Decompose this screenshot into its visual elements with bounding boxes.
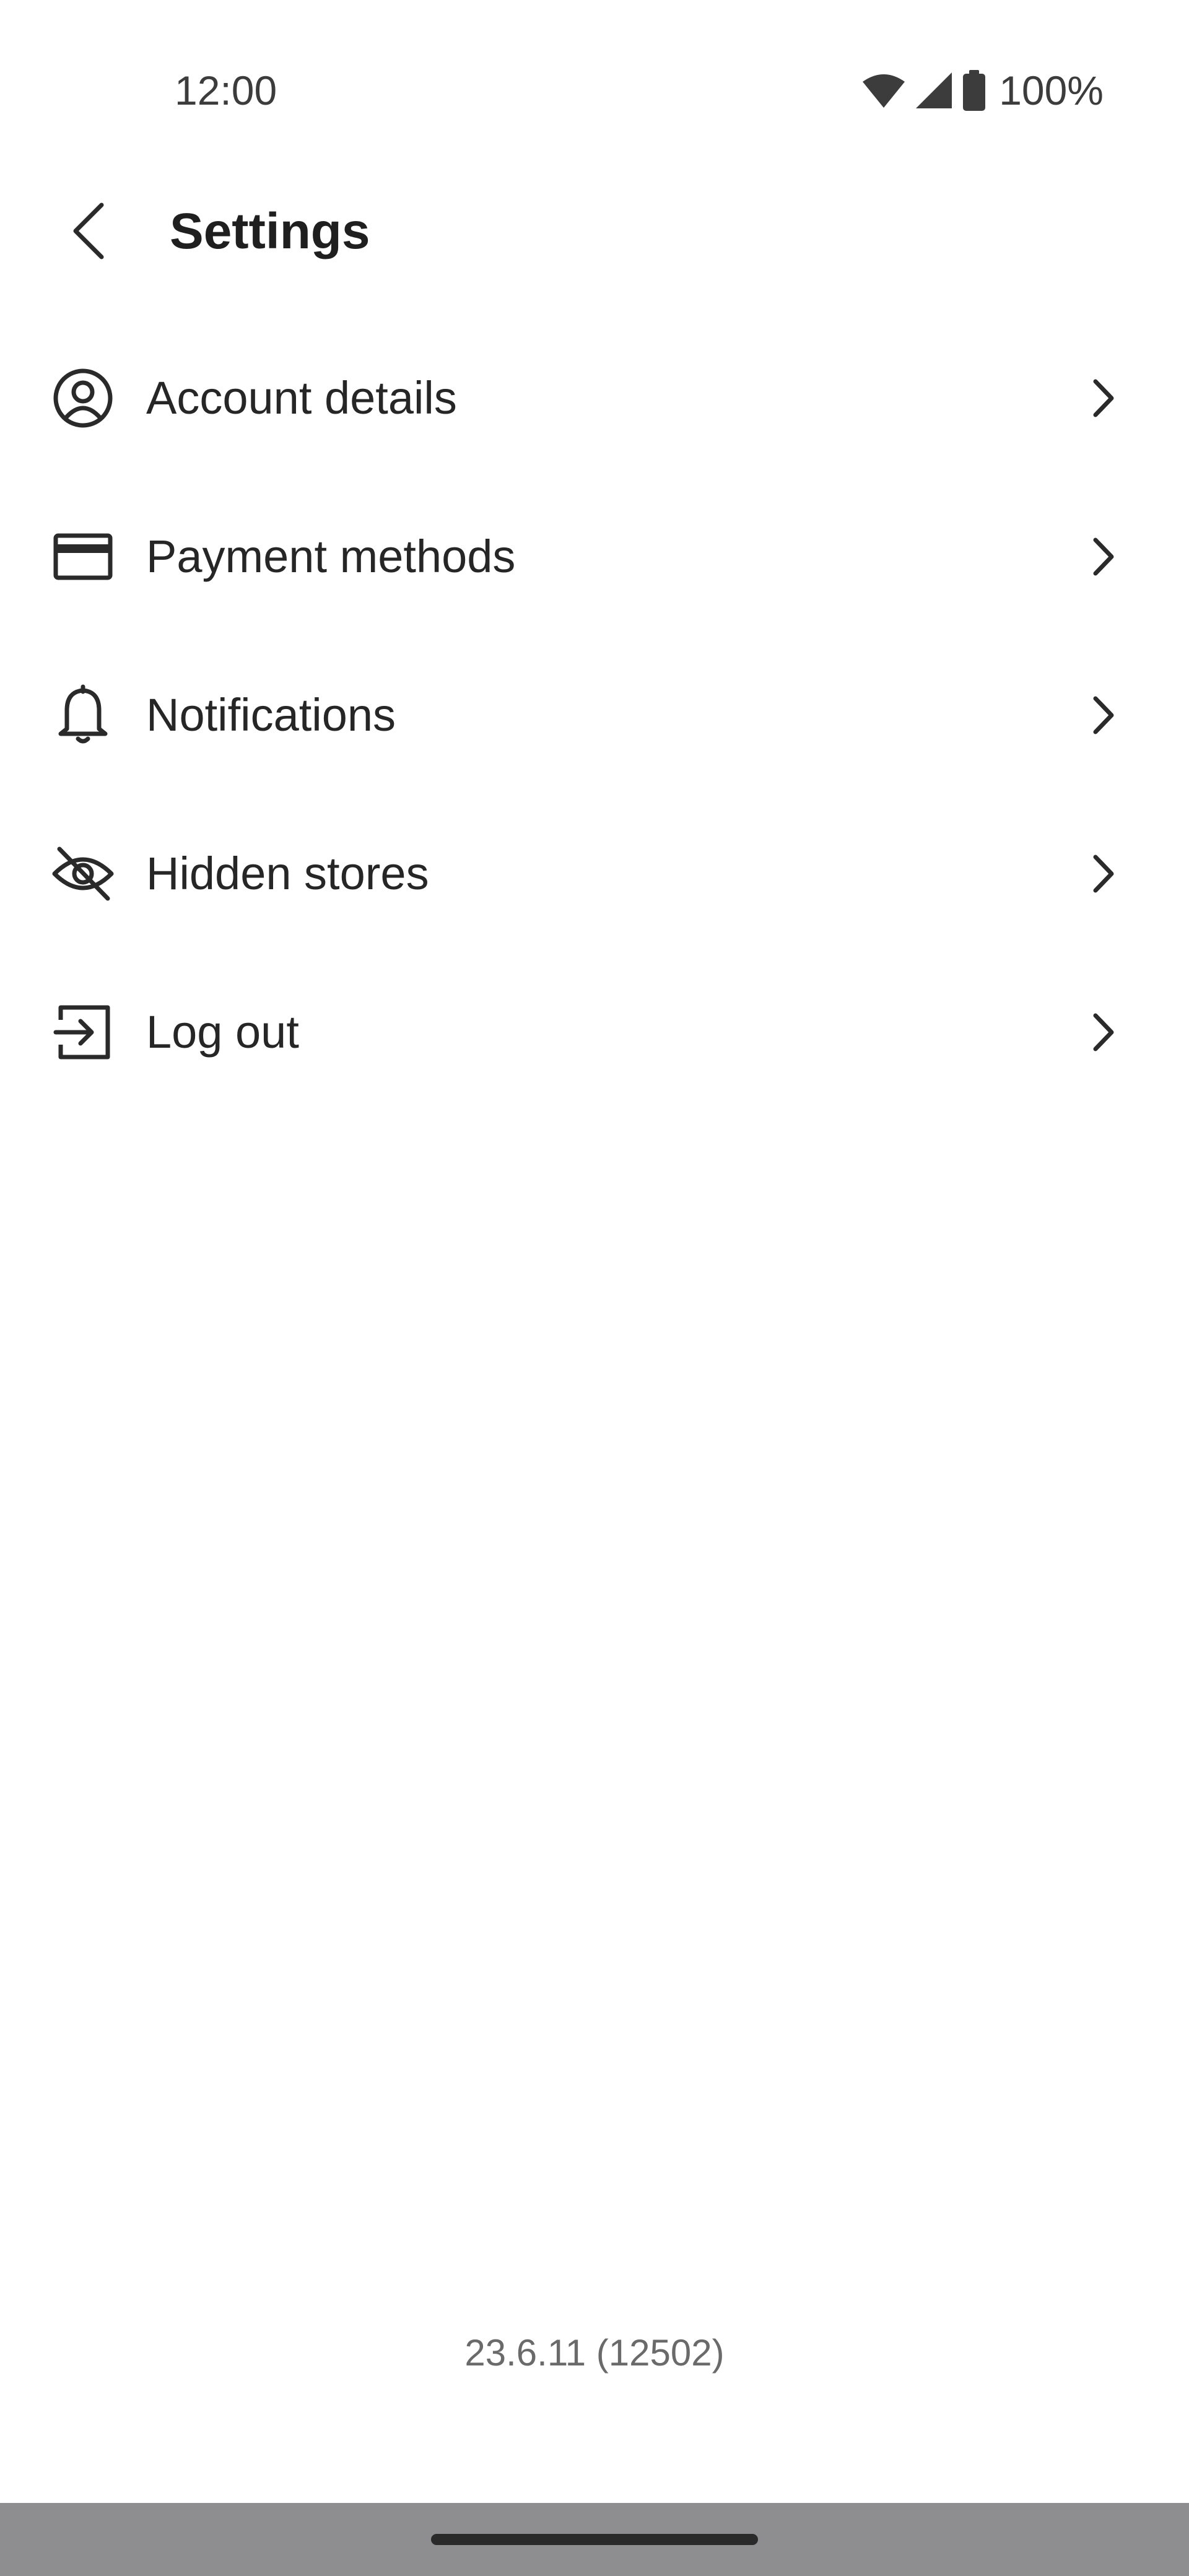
app-bar: Settings [0, 180, 1189, 285]
battery-icon [962, 70, 986, 111]
status-time: 12:00 [175, 67, 277, 113]
cellular-signal-icon [915, 71, 953, 110]
logout-icon [52, 1001, 114, 1063]
credit-card-icon [52, 526, 114, 588]
menu-item-label: Notifications [146, 689, 396, 741]
battery-percent: 100% [999, 67, 1104, 113]
page-title: Settings [170, 203, 370, 259]
menu-item-log-out[interactable]: Log out [0, 953, 1189, 1112]
menu-item-hidden-stores[interactable]: Hidden stores [0, 794, 1189, 953]
account-circle-icon [52, 367, 114, 429]
eye-off-icon [52, 843, 114, 905]
back-button[interactable] [48, 192, 129, 272]
settings-menu: Account details Payment methods Notifica… [0, 319, 1189, 1112]
status-icons: 100% [861, 66, 1104, 115]
app-version: 23.6.11 (12502) [464, 2332, 725, 2374]
status-bar: 12:00 100% [0, 0, 1189, 180]
chevron-right-icon [1078, 1006, 1130, 1058]
menu-item-label: Payment methods [146, 531, 516, 582]
menu-item-notifications[interactable]: Notifications [0, 636, 1189, 794]
wifi-icon [861, 72, 906, 109]
menu-item-label: Log out [146, 1006, 299, 1058]
chevron-right-icon [1078, 848, 1130, 900]
chevron-right-icon [1078, 531, 1130, 583]
menu-item-payment-methods[interactable]: Payment methods [0, 477, 1189, 636]
system-nav-bar [0, 2503, 1189, 2576]
menu-item-account-details[interactable]: Account details [0, 319, 1189, 477]
menu-item-label: Hidden stores [146, 848, 429, 899]
bell-icon [52, 684, 114, 746]
chevron-right-icon [1078, 372, 1130, 424]
chevron-right-icon [1078, 689, 1130, 741]
home-indicator[interactable] [431, 2534, 758, 2545]
menu-item-label: Account details [146, 372, 457, 424]
chevron-left-icon [67, 200, 110, 265]
